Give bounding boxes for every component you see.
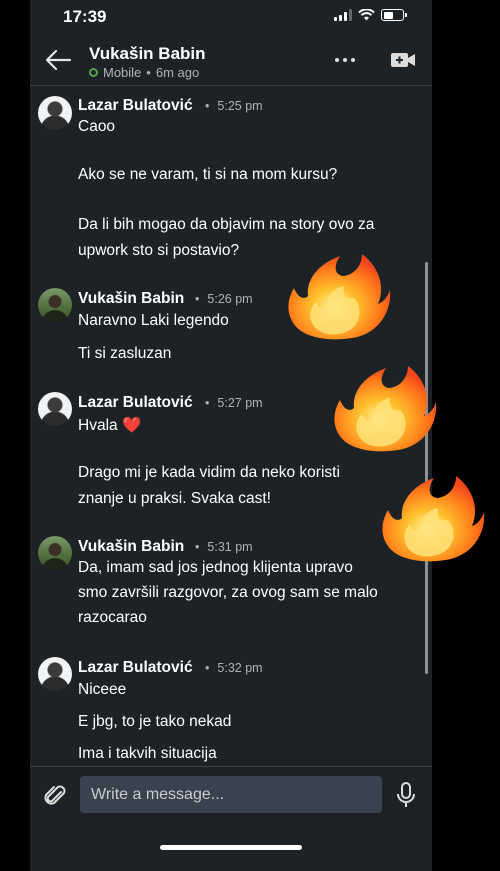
sender-name[interactable]: Vukašin Babin	[78, 538, 184, 556]
message-text: Da, imam sad jos jednog klijenta upravo	[78, 559, 353, 576]
heart-emoji: ❤️	[121, 417, 142, 434]
message-input[interactable]	[80, 776, 382, 813]
sender-name[interactable]: Lazar Bulatović	[78, 97, 193, 115]
sender-name[interactable]: Vukašin Babin	[78, 290, 184, 308]
wifi-icon	[358, 9, 375, 21]
message-text: Da li bih mogao da objavim na story ovo …	[78, 216, 375, 233]
status-bar: 17:39	[30, 0, 432, 34]
message-time: 5:32 pm	[205, 661, 262, 675]
more-icon[interactable]	[335, 50, 359, 70]
message-time: 5:31 pm	[195, 540, 252, 554]
presence-label: Mobile	[103, 65, 142, 80]
scrollbar[interactable]	[425, 262, 428, 674]
fire-emoji	[334, 366, 437, 452]
message-text: smo završili razgovor, za ovog sam se ma…	[78, 584, 378, 601]
message-time: 5:27 pm	[205, 396, 262, 410]
microphone-icon[interactable]	[396, 782, 416, 808]
sender-name[interactable]: Lazar Bulatović	[78, 394, 193, 412]
presence-status: Mobile • 6m ago	[89, 65, 199, 80]
message-text: znanje u praksi. Svaka cast!	[78, 490, 271, 507]
message-text: E jbg, to je tako nekad	[78, 713, 232, 730]
home-indicator[interactable]	[160, 845, 302, 850]
online-indicator	[89, 68, 98, 77]
message-composer	[30, 766, 432, 871]
conversation-header: Vukašin Babin Mobile • 6m ago	[30, 34, 432, 86]
message-time: 5:26 pm	[195, 292, 252, 306]
message-text: Ako se ne varam, ti si na mom kursu?	[78, 166, 338, 183]
message-text: razocarao	[78, 609, 147, 626]
status-icons	[334, 9, 407, 21]
avatar[interactable]	[38, 392, 72, 426]
avatar[interactable]	[38, 96, 72, 130]
back-arrow-icon[interactable]	[44, 48, 72, 72]
paperclip-icon[interactable]	[42, 783, 68, 809]
fire-emoji	[288, 254, 391, 340]
separator-dot: •	[146, 65, 151, 80]
status-time: 17:39	[63, 7, 107, 26]
contact-name[interactable]: Vukašin Babin	[89, 44, 206, 64]
avatar[interactable]	[38, 536, 72, 570]
fire-emoji	[382, 476, 485, 562]
avatar[interactable]	[38, 288, 72, 322]
video-call-icon[interactable]	[390, 49, 416, 71]
message-text-content: Hvala	[78, 417, 118, 434]
message-text: Caoo	[78, 118, 116, 135]
message-text: Ima i takvih situacija	[78, 745, 217, 762]
sender-name[interactable]: Lazar Bulatović	[78, 659, 193, 677]
message-text: Niceee	[78, 681, 127, 698]
signal-icon	[334, 9, 352, 21]
message-text: Drago mi je kada vidim da neko koristi	[78, 464, 340, 481]
avatar[interactable]	[38, 657, 72, 691]
last-seen: 6m ago	[155, 65, 200, 80]
battery-icon	[381, 9, 407, 21]
message-time: 5:25 pm	[205, 99, 262, 113]
